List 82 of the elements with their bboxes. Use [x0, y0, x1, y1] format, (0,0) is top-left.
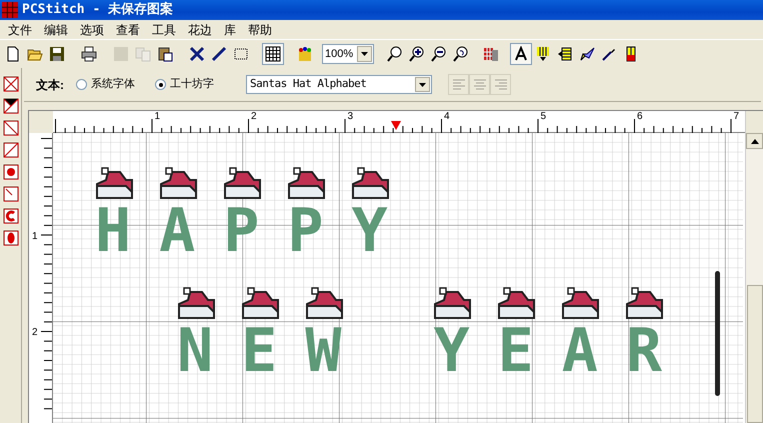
align-right-icon — [492, 76, 508, 92]
santa-hat-icon — [160, 167, 198, 199]
align-left-icon — [450, 76, 466, 92]
ruler-number: 7 — [734, 112, 740, 122]
menu-item[interactable]: 工具 — [146, 20, 182, 38]
zoom-icon — [387, 46, 403, 62]
zoom-refresh-icon — [453, 46, 469, 62]
printer-icon — [81, 46, 97, 62]
menu-item[interactable]: 选项 — [74, 20, 110, 38]
ruler-number: 5 — [540, 112, 546, 122]
dropdown-arrow-icon — [419, 82, 426, 86]
floppy-icon — [49, 46, 65, 62]
new-file-icon — [5, 46, 21, 62]
quarter-stitch-icon — [2, 186, 18, 202]
blank-icon — [113, 46, 129, 62]
text-label: 文本: — [36, 76, 64, 94]
zoom-in-icon — [409, 46, 425, 62]
ruler-number: 2 — [32, 328, 38, 338]
list-arrow-icon — [557, 46, 573, 62]
diagonal-line-icon — [211, 46, 227, 62]
eyedropper-icon — [601, 46, 617, 62]
ruler-number: 2 — [251, 112, 257, 122]
dotted-rectangle-icon — [233, 46, 249, 62]
radio-button[interactable] — [155, 79, 166, 90]
dropdown-arrow-icon — [361, 52, 368, 56]
columns-down-icon — [535, 46, 551, 62]
santa-hat-icon — [626, 287, 664, 319]
align-center-icon — [472, 76, 488, 92]
ruler-number: 4 — [444, 112, 450, 122]
scrollbar-corner — [746, 111, 763, 133]
thread-blocks-icon — [483, 46, 499, 62]
clipboard-icon — [157, 46, 173, 62]
toolbar-button[interactable] — [510, 43, 532, 65]
toolbar-button[interactable] — [262, 43, 284, 65]
cross-icon — [189, 46, 205, 62]
santa-hat-icon — [498, 287, 536, 319]
ruler-number: 6 — [637, 112, 643, 122]
santa-hat-icon — [224, 167, 262, 199]
letter-c-icon — [2, 208, 18, 224]
app-icon — [2, 2, 18, 18]
radio-label[interactable]: 系统字体 — [91, 76, 135, 93]
ruler-number: 1 — [154, 112, 160, 122]
vertical-scrollbar[interactable] — [745, 111, 763, 423]
radio-label[interactable]: 工十坊字 — [170, 76, 214, 93]
colored-pencils-icon — [297, 46, 313, 62]
santa-hat-icon — [288, 167, 326, 199]
santa-hat-icon — [352, 167, 390, 199]
ruler-corner — [29, 111, 53, 133]
menu-item[interactable]: 花边 — [182, 20, 218, 38]
font-dropdown[interactable]: Santas Hat Alphabet — [246, 75, 432, 94]
santa-hat-icon — [242, 287, 280, 319]
french-knot-icon — [2, 164, 18, 180]
zoom-out-icon — [431, 46, 447, 62]
ruler-number: 1 — [32, 232, 38, 242]
radio-button[interactable] — [76, 79, 87, 90]
brush-icon — [579, 46, 595, 62]
letter-a-icon — [513, 46, 529, 62]
menu-item[interactable]: 帮助 — [242, 20, 278, 38]
menu-item[interactable]: 查看 — [110, 20, 146, 38]
menu-item[interactable]: 库 — [218, 20, 242, 38]
copy-icon — [135, 46, 151, 62]
up-arrow-icon — [750, 138, 758, 144]
full-stitch-icon — [2, 76, 18, 92]
half-cross-icon — [2, 98, 18, 114]
menu-item[interactable]: 文件 — [2, 20, 38, 38]
position-marker-icon — [391, 121, 401, 130]
ruler-number: 3 — [348, 112, 354, 122]
window-title: PCStitch - 未保存图案 — [22, 0, 174, 20]
menu-item[interactable]: 编辑 — [38, 20, 74, 38]
santa-hat-icon — [178, 287, 216, 319]
scroll-thumb[interactable] — [746, 285, 762, 423]
stitch-tool-button[interactable] — [2, 96, 20, 116]
diagonal-stitch-icon — [2, 120, 18, 136]
zoom-dropdown[interactable]: 100% — [322, 44, 374, 64]
santa-hat-icon — [434, 287, 472, 319]
diagonal-stitch-icon — [2, 142, 18, 158]
santa-hat-icon — [306, 287, 344, 319]
grid-icon — [265, 46, 281, 62]
bead-icon — [2, 230, 18, 246]
scroll-up-button[interactable] — [746, 132, 763, 150]
santa-hat-icon — [96, 167, 134, 199]
santa-hat-icon — [562, 287, 600, 319]
